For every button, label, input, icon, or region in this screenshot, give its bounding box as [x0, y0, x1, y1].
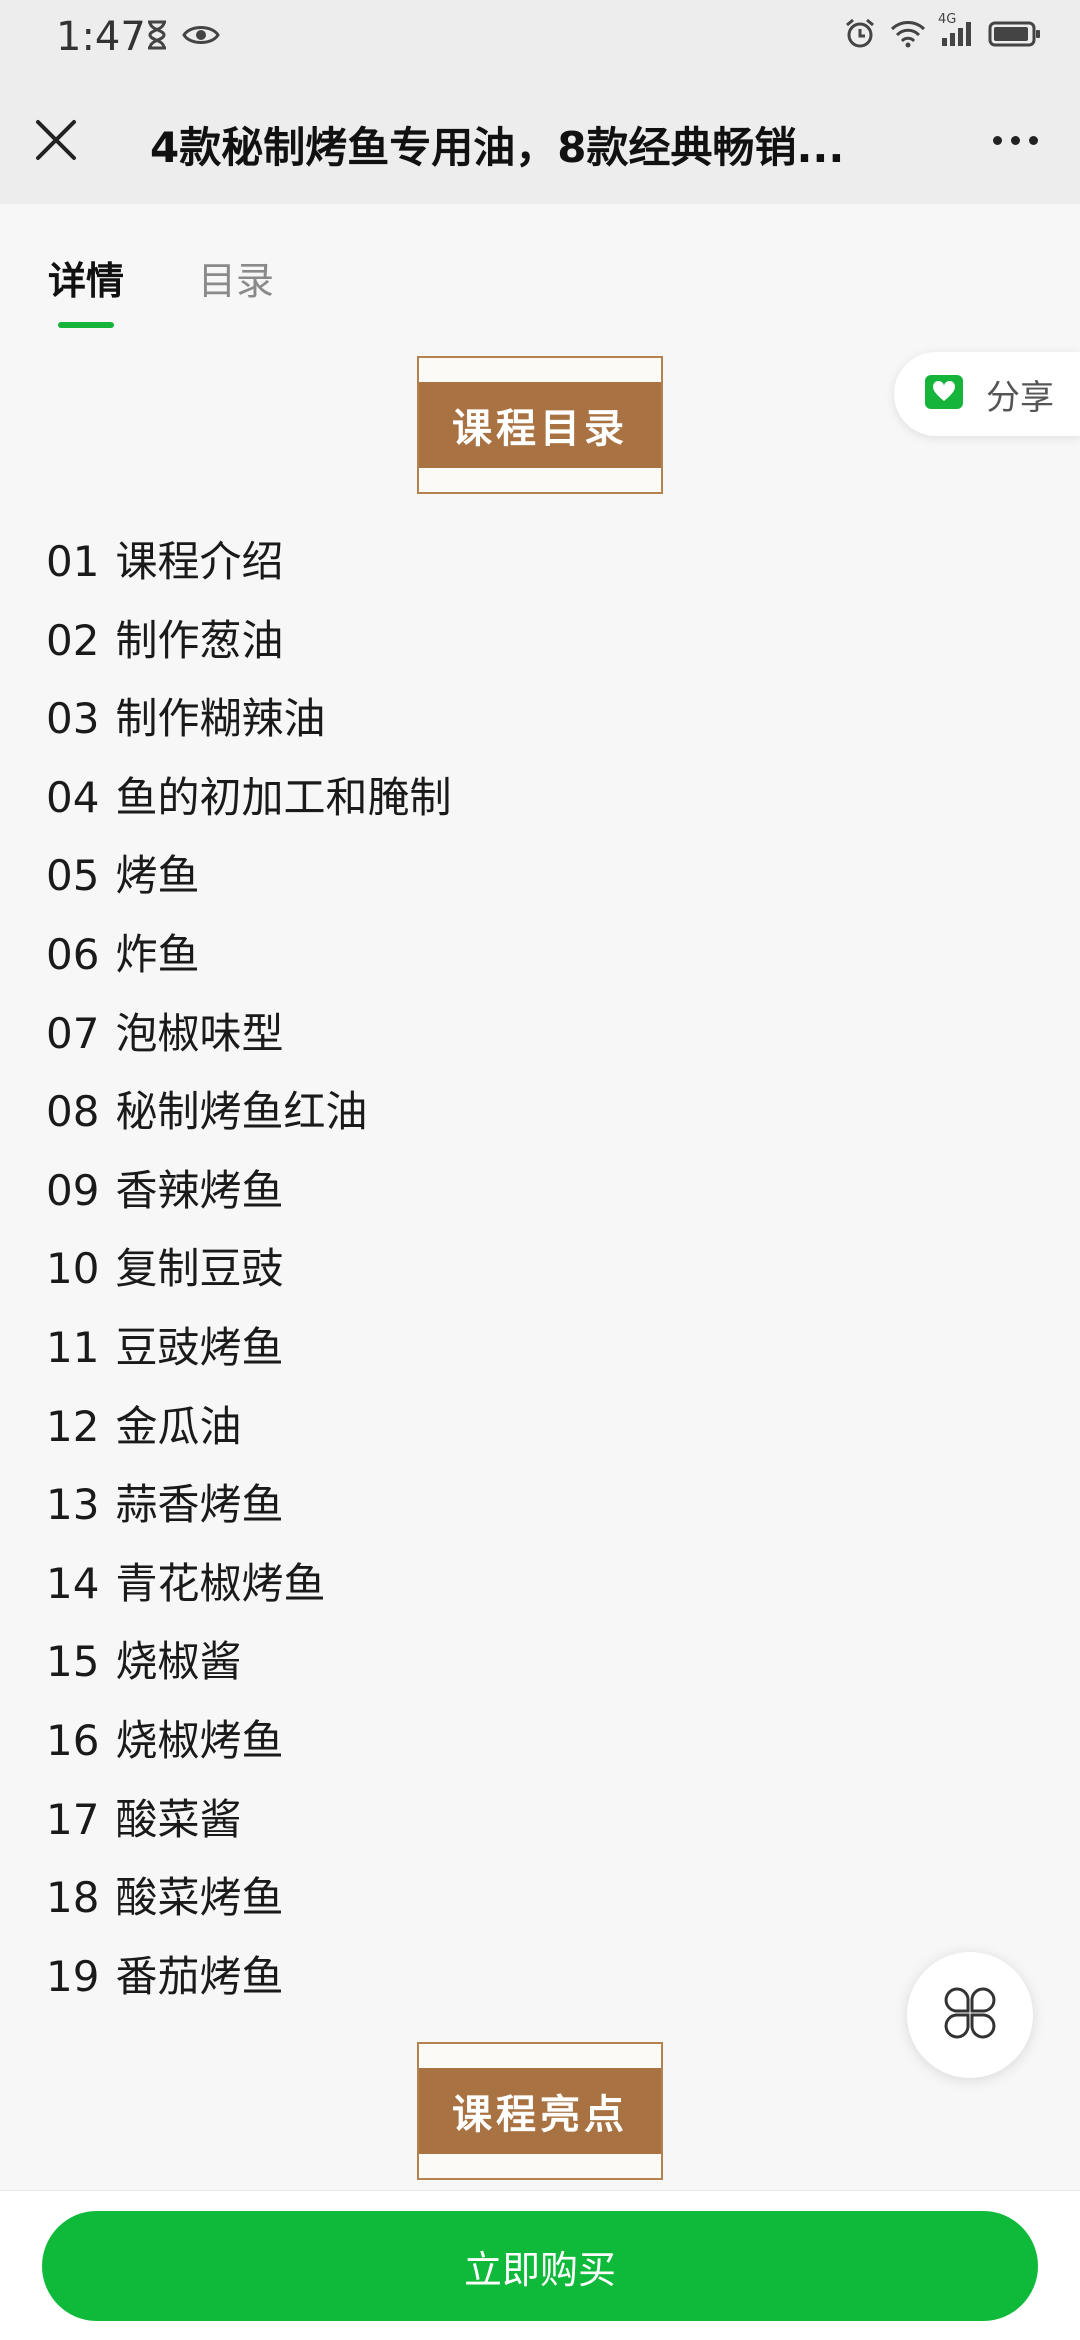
list-item: 03 制作糊辣油: [46, 685, 946, 764]
list-item: 18 酸菜烤鱼: [46, 1864, 946, 1943]
tab-bar: 详情 目录: [0, 204, 1080, 344]
clover-menu-icon: [940, 1983, 1000, 2047]
catalog-title-text: 课程目录: [452, 406, 628, 452]
highlights-section-title: 课程亮点: [417, 2042, 663, 2180]
list-item: 08 秘制烤鱼红油: [46, 1078, 946, 1157]
share-icon: [924, 374, 964, 414]
lesson-title: 烤鱼: [115, 851, 200, 901]
list-item: 05 烤鱼: [46, 842, 946, 921]
list-item: 13 蒜香烤鱼: [46, 1471, 946, 1550]
list-item: 07 泡椒味型: [46, 1000, 946, 1079]
lesson-number: 05: [46, 851, 100, 901]
title-bar: 4款秘制烤鱼专用油，8款经典畅销...: [0, 76, 1080, 204]
lesson-title: 制作糊辣油: [115, 694, 326, 744]
lesson-number: 17: [46, 1794, 100, 1844]
lesson-list: 01 课程介绍 02 制作葱油 03 制作糊辣油 04 鱼的初加工和腌制 05 烤鱼 06 炸鱼 07 泡…: [46, 528, 946, 2021]
lesson-number: 06: [46, 929, 100, 979]
buy-now-button[interactable]: 立即购买: [42, 2211, 1038, 2321]
content-area[interactable]: 详情 目录 分享 课程目录 01 课程介绍 02 制作葱油 03 制作糊辣油 04 鱼的初加工…: [0, 204, 1080, 2190]
lesson-number: 16: [46, 1715, 100, 1765]
list-item: 04 鱼的初加工和腌制: [46, 764, 946, 843]
lesson-title: 烧椒酱: [115, 1637, 242, 1687]
lesson-number: 13: [46, 1480, 100, 1530]
lesson-number: 14: [46, 1558, 100, 1608]
lesson-number: 12: [46, 1401, 100, 1451]
signal-icon: 4G: [938, 12, 974, 52]
lesson-title: 课程介绍: [115, 537, 284, 586]
lesson-number: 11: [46, 1322, 100, 1372]
list-item: 09 香辣烤鱼: [46, 1157, 946, 1236]
eye-icon: [182, 22, 220, 52]
list-item: 14 青花椒烤鱼: [46, 1550, 946, 1629]
lesson-number: 19: [46, 1951, 100, 2001]
lesson-title: 番茄烤鱼: [115, 1951, 284, 2001]
list-item: 01 课程介绍: [46, 528, 946, 607]
battery-icon: [988, 20, 1042, 52]
lesson-number: 18: [46, 1873, 100, 1923]
lesson-title: 秘制烤鱼红油: [115, 1087, 368, 1137]
close-icon[interactable]: [28, 112, 84, 168]
status-bar: 1:47 4G: [0, 0, 1080, 76]
lesson-title: 制作葱油: [115, 615, 284, 665]
lesson-title: 烧椒烤鱼: [115, 1715, 284, 1765]
wifi-icon: [890, 20, 926, 52]
lesson-number: 08: [46, 1087, 100, 1137]
alarm-icon: [844, 18, 876, 54]
list-item: 11 豆豉烤鱼: [46, 1314, 946, 1393]
lesson-title: 炸鱼: [115, 929, 200, 979]
list-item: 06 炸鱼: [46, 921, 946, 1000]
lesson-title: 酸菜烤鱼: [115, 1873, 284, 1923]
list-item: 16 烧椒烤鱼: [46, 1707, 946, 1786]
status-time: 1:47: [56, 14, 146, 60]
lesson-number: 15: [46, 1637, 100, 1687]
status-right-icons: 4G: [844, 12, 1042, 54]
lesson-title: 金瓜油: [115, 1401, 242, 1451]
tab-catalog[interactable]: 目录: [198, 250, 274, 305]
lesson-number: 01: [46, 537, 100, 586]
lesson-title: 豆豉烤鱼: [115, 1322, 284, 1372]
lesson-number: 09: [46, 1165, 100, 1215]
bottom-bar: 立即购买: [0, 2190, 1080, 2340]
lesson-number: 02: [46, 615, 100, 665]
tab-details[interactable]: 详情: [48, 250, 124, 305]
share-label: 分享: [986, 377, 1054, 418]
hourglass-icon: [146, 20, 168, 54]
list-item: 02 制作葱油: [46, 607, 946, 686]
floating-menu-button[interactable]: [907, 1952, 1033, 2078]
lesson-number: 03: [46, 694, 100, 744]
share-button[interactable]: 分享: [894, 352, 1080, 436]
page-title: 4款秘制烤鱼专用油，8款经典畅销...: [150, 123, 845, 172]
lesson-title: 香辣烤鱼: [115, 1165, 284, 1215]
list-item: 15 烧椒酱: [46, 1628, 946, 1707]
lesson-title: 泡椒味型: [115, 1008, 284, 1058]
lesson-title: 青花椒烤鱼: [115, 1558, 326, 1608]
list-item: 17 酸菜酱: [46, 1786, 946, 1865]
status-left-icons: [146, 20, 220, 54]
network-type: 4G: [938, 12, 957, 27]
highlights-title-text: 课程亮点: [452, 2092, 628, 2138]
lesson-title: 复制豆豉: [115, 1244, 284, 1294]
list-item: 12 金瓜油: [46, 1393, 946, 1472]
active-tab-indicator: [58, 322, 114, 328]
lesson-number: 04: [46, 772, 100, 822]
catalog-section-title: 课程目录: [417, 356, 663, 494]
lesson-number: 10: [46, 1244, 100, 1294]
list-item: 19 番茄烤鱼: [46, 1943, 946, 2022]
list-item: 10 复制豆豉: [46, 1235, 946, 1314]
more-icon[interactable]: [980, 118, 1050, 162]
lesson-title: 酸菜酱: [115, 1794, 242, 1844]
lesson-title: 蒜香烤鱼: [115, 1480, 284, 1530]
lesson-title: 鱼的初加工和腌制: [115, 772, 452, 822]
lesson-number: 07: [46, 1008, 100, 1058]
